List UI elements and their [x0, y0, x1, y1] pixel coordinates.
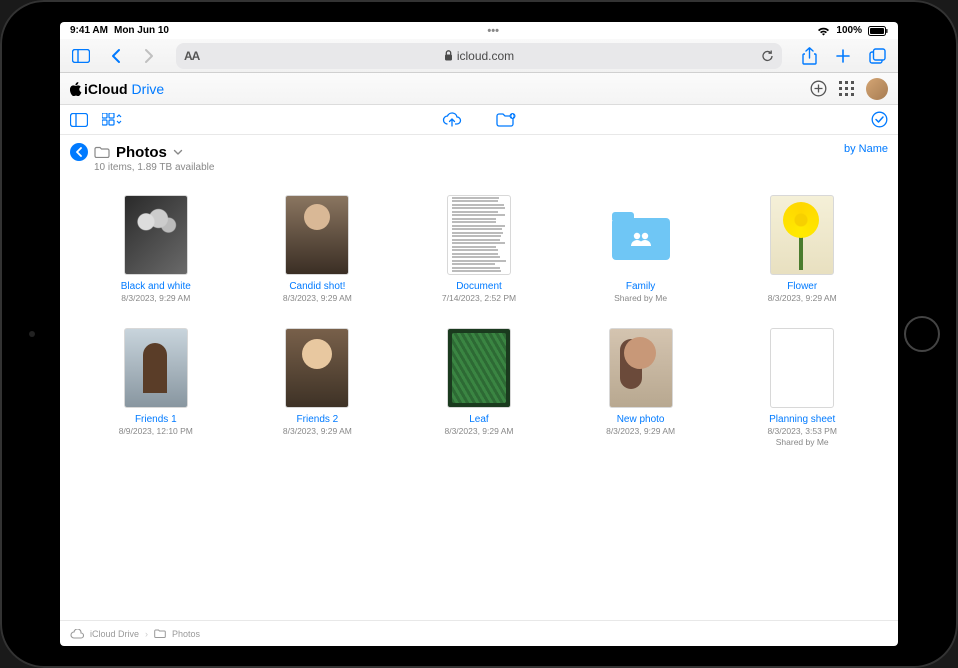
chevron-down-icon[interactable] — [173, 149, 183, 156]
folder-title[interactable]: Photos — [116, 144, 167, 161]
account-avatar[interactable] — [866, 78, 888, 100]
apple-logo-icon — [70, 82, 82, 96]
address-bar[interactable]: AA icloud.com — [176, 43, 782, 69]
home-button[interactable] — [904, 316, 940, 352]
grid-item[interactable]: Candid shot!8/3/2023, 9:29 AM — [242, 195, 394, 304]
front-camera — [29, 331, 35, 337]
cloud-icon — [70, 629, 84, 639]
grid-item[interactable]: Flower8/3/2023, 9:29 AM — [726, 195, 878, 304]
item-meta: 8/3/2023, 9:29 AM — [283, 426, 352, 437]
item-name: New photo — [617, 414, 665, 425]
battery-icon — [868, 26, 888, 36]
item-name: Candid shot! — [289, 281, 345, 292]
file-thumbnail[interactable] — [447, 328, 511, 408]
item-meta: 8/9/2023, 12:10 PM — [119, 426, 193, 437]
item-name: Family — [626, 281, 655, 292]
view-options-button[interactable] — [102, 113, 122, 127]
url-text: icloud.com — [457, 49, 514, 63]
back-button[interactable] — [100, 43, 130, 69]
grid-item[interactable]: Friends 28/3/2023, 9:29 AM — [242, 328, 394, 448]
grid-item[interactable]: Document7/14/2023, 2:52 PM — [403, 195, 555, 304]
file-thumbnail[interactable] — [770, 195, 834, 275]
breadcrumb-current[interactable]: Photos — [172, 629, 200, 639]
new-folder-button[interactable] — [496, 112, 516, 127]
new-tab-button[interactable] — [828, 43, 858, 69]
grid-item[interactable]: Black and white8/3/2023, 9:29 AM — [80, 195, 232, 304]
grid-item[interactable]: Leaf8/3/2023, 9:29 AM — [403, 328, 555, 448]
item-name: Leaf — [469, 414, 488, 425]
lock-icon — [444, 50, 453, 61]
breadcrumb-sep: › — [145, 629, 148, 639]
status-time: 9:41 AM — [70, 25, 108, 36]
item-name: Document — [456, 281, 502, 292]
brand-icloud-text: iCloud — [84, 81, 128, 97]
item-meta: 7/14/2023, 2:52 PM — [442, 293, 516, 304]
file-thumbnail[interactable] — [770, 328, 834, 408]
file-thumbnail[interactable] — [124, 328, 188, 408]
add-button[interactable] — [810, 80, 827, 97]
file-thumbnail[interactable] — [609, 195, 673, 275]
folder-subtitle: 10 items, 1.89 TB available — [94, 162, 214, 173]
ipad-frame: 9:41 AM Mon Jun 10 ••• 100% — [0, 0, 958, 668]
wifi-icon — [817, 26, 830, 36]
battery-percent: 100% — [836, 25, 862, 36]
status-bar: 9:41 AM Mon Jun 10 ••• 100% — [60, 22, 898, 39]
breadcrumb-root[interactable]: iCloud Drive — [90, 629, 139, 639]
breadcrumb-bar: iCloud Drive › Photos — [60, 620, 898, 646]
sort-button[interactable]: by Name — [844, 143, 888, 155]
icloud-brand[interactable]: iCloud Drive — [70, 81, 164, 97]
drive-toolbar — [60, 105, 898, 135]
item-meta: 8/3/2023, 9:29 AM — [768, 293, 837, 304]
item-name: Friends 2 — [297, 414, 339, 425]
content-area: Black and white8/3/2023, 9:29 AMCandid s… — [60, 177, 898, 620]
brand-drive-text: Drive — [132, 81, 165, 97]
folder-header: Photos 10 items, 1.89 TB available by Na… — [60, 135, 898, 177]
item-meta: Shared by Me — [614, 293, 667, 304]
status-handle: ••• — [487, 25, 499, 37]
items-grid: Black and white8/3/2023, 9:29 AMCandid s… — [80, 195, 878, 448]
item-name: Black and white — [121, 281, 191, 292]
grid-item[interactable]: New photo8/3/2023, 9:29 AM — [565, 328, 717, 448]
item-meta: 8/3/2023, 9:29 AM — [283, 293, 352, 304]
upload-button[interactable] — [442, 112, 462, 127]
file-thumbnail[interactable] — [285, 328, 349, 408]
grid-item[interactable]: Planning sheet8/3/2023, 3:53 PMShared by… — [726, 328, 878, 448]
item-name: Planning sheet — [769, 414, 835, 425]
item-meta: 8/3/2023, 9:29 AM — [121, 293, 190, 304]
toggle-sidebar-button[interactable] — [70, 113, 88, 127]
file-thumbnail[interactable] — [609, 328, 673, 408]
item-name: Flower — [787, 281, 817, 292]
screen: 9:41 AM Mon Jun 10 ••• 100% — [60, 22, 898, 646]
folder-icon — [94, 146, 110, 158]
item-meta: 8/3/2023, 9:29 AM — [606, 426, 675, 437]
select-button[interactable] — [871, 111, 888, 128]
item-meta-2: Shared by Me — [776, 437, 829, 448]
safari-toolbar: AA icloud.com — [60, 39, 898, 73]
item-meta: 8/3/2023, 9:29 AM — [444, 426, 513, 437]
status-date: Mon Jun 10 — [114, 25, 169, 36]
tabs-button[interactable] — [862, 43, 892, 69]
item-meta: 8/3/2023, 3:53 PM — [767, 426, 836, 437]
breadcrumb-folder-icon — [154, 629, 166, 638]
forward-button — [134, 43, 164, 69]
apps-grid-button[interactable] — [839, 81, 854, 96]
file-thumbnail[interactable] — [124, 195, 188, 275]
file-thumbnail[interactable] — [447, 195, 511, 275]
sidebar-button[interactable] — [66, 43, 96, 69]
file-thumbnail[interactable] — [285, 195, 349, 275]
grid-item[interactable]: Friends 18/9/2023, 12:10 PM — [80, 328, 232, 448]
item-name: Friends 1 — [135, 414, 177, 425]
share-button[interactable] — [794, 43, 824, 69]
reload-button[interactable] — [761, 49, 774, 63]
icloud-header: iCloud Drive — [60, 73, 898, 105]
grid-item[interactable]: FamilyShared by Me — [565, 195, 717, 304]
folder-back-button[interactable] — [70, 143, 88, 161]
reader-mode-button[interactable]: AA — [184, 49, 199, 63]
